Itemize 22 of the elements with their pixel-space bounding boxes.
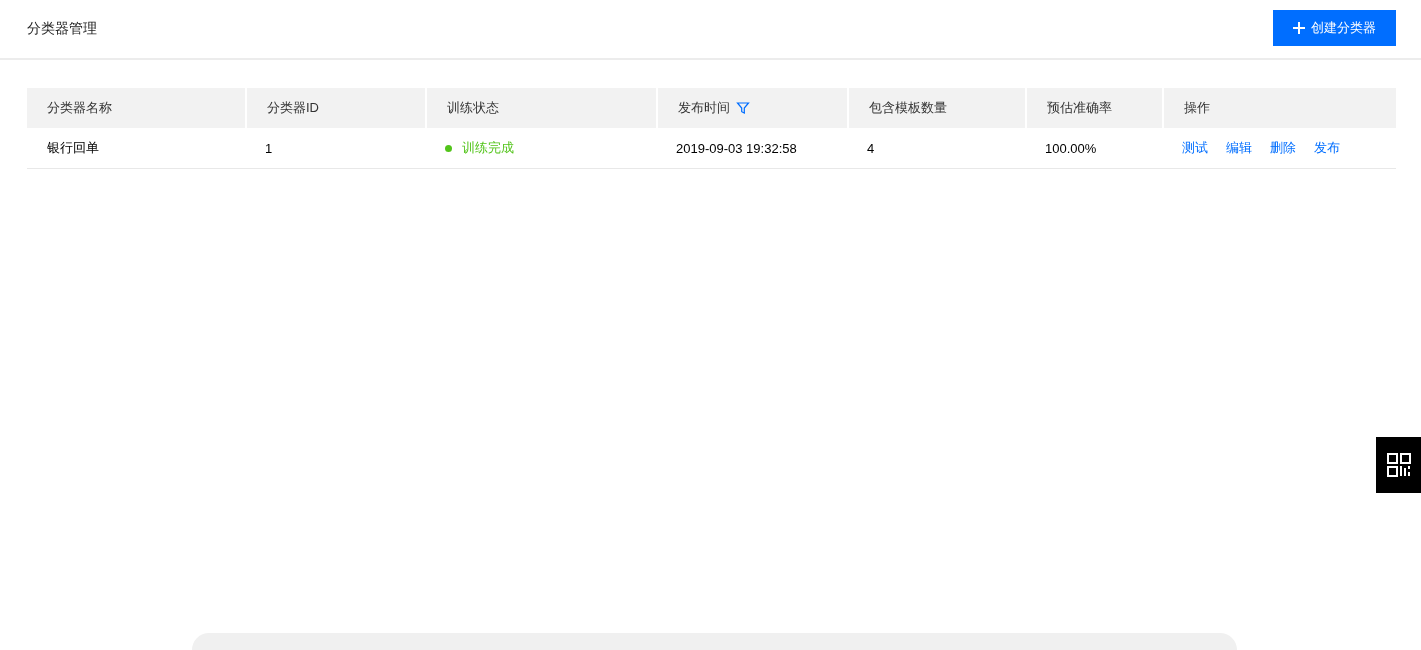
filter-icon[interactable] (736, 101, 750, 115)
table-cell: 2019-09-03 19:32:58 (676, 140, 797, 156)
action-link[interactable]: 发布 (1314, 139, 1340, 157)
column-label: 分类器名称 (47, 99, 112, 117)
table-cell: 4 (867, 140, 875, 156)
column-label: 预估准确率 (1047, 99, 1112, 117)
table-cell: 1 (265, 140, 273, 156)
page-title: 分类器管理 (27, 20, 97, 38)
column-label: 分类器ID (267, 99, 319, 117)
column-label: 包含模板数量 (869, 99, 947, 117)
action-link[interactable]: 编辑 (1226, 139, 1252, 157)
plus-icon (1293, 22, 1305, 34)
status-text: 训练完成 (462, 139, 514, 157)
qr-code-icon[interactable] (1386, 453, 1411, 477)
create-classifier-button[interactable]: 创建分类器 (1273, 10, 1396, 46)
action-link[interactable]: 测试 (1182, 139, 1208, 157)
table-cell: 银行回单 (47, 139, 99, 157)
column-label: 训练状态 (447, 99, 499, 117)
table-cell: 100.00% (1045, 140, 1097, 156)
action-link[interactable]: 删除 (1270, 139, 1296, 157)
column-label: 操作 (1184, 99, 1210, 117)
column-label: 发布时间 (678, 99, 730, 117)
